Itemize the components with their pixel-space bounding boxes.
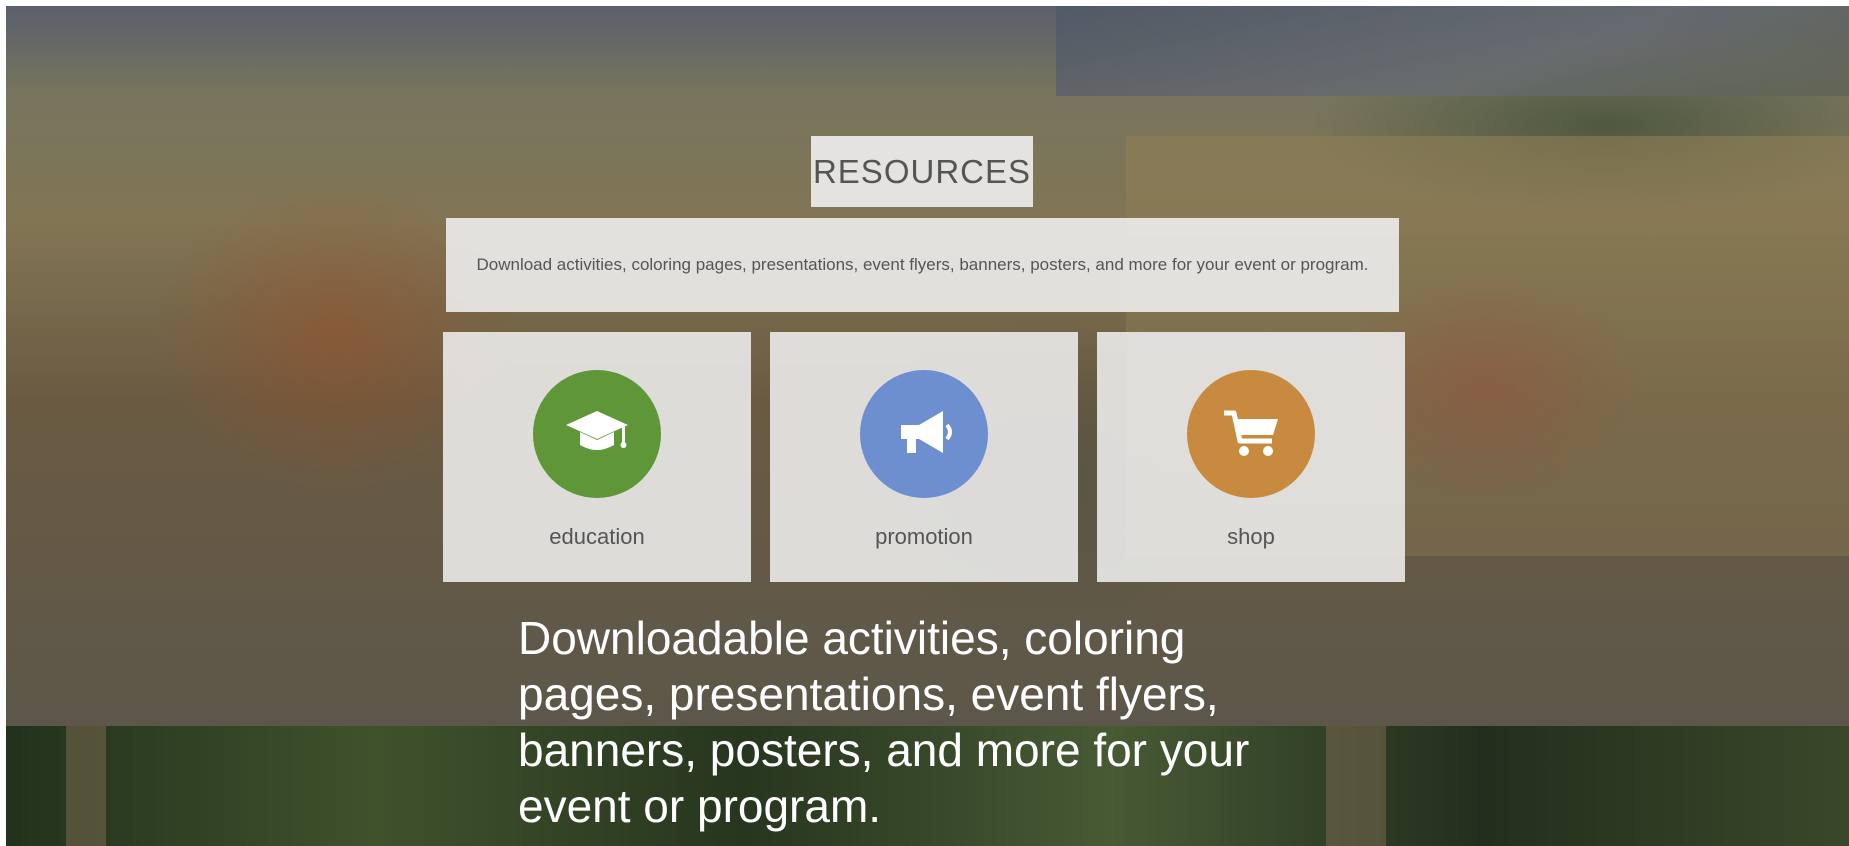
- tree-trunk: [66, 726, 106, 846]
- megaphone-icon: [889, 397, 959, 472]
- resources-description: Download activities, coloring pages, pre…: [476, 255, 1369, 274]
- graduation-cap-icon: [562, 397, 632, 472]
- promotion-icon-circle: [860, 370, 988, 498]
- resources-title-box: RESOURCES: [811, 136, 1033, 207]
- promotion-label: promotion: [875, 524, 973, 549]
- resources-description-box: Download activities, coloring pages, pre…: [446, 218, 1399, 312]
- page-frame: RESOURCES Download activities, coloring …: [6, 6, 1849, 846]
- promotion-card[interactable]: promotion: [770, 332, 1078, 582]
- shop-card[interactable]: shop: [1097, 332, 1405, 582]
- education-card[interactable]: education: [443, 332, 751, 582]
- shopping-cart-icon: [1216, 397, 1286, 472]
- page-title: RESOURCES: [812, 152, 1032, 190]
- image-caption: Downloadable activities, coloring pages,…: [518, 612, 1250, 832]
- education-label: education: [549, 524, 645, 549]
- education-icon-circle: [533, 370, 661, 498]
- shop-icon-circle: [1187, 370, 1315, 498]
- shop-label: shop: [1227, 524, 1275, 549]
- tree-trunk: [1326, 726, 1386, 846]
